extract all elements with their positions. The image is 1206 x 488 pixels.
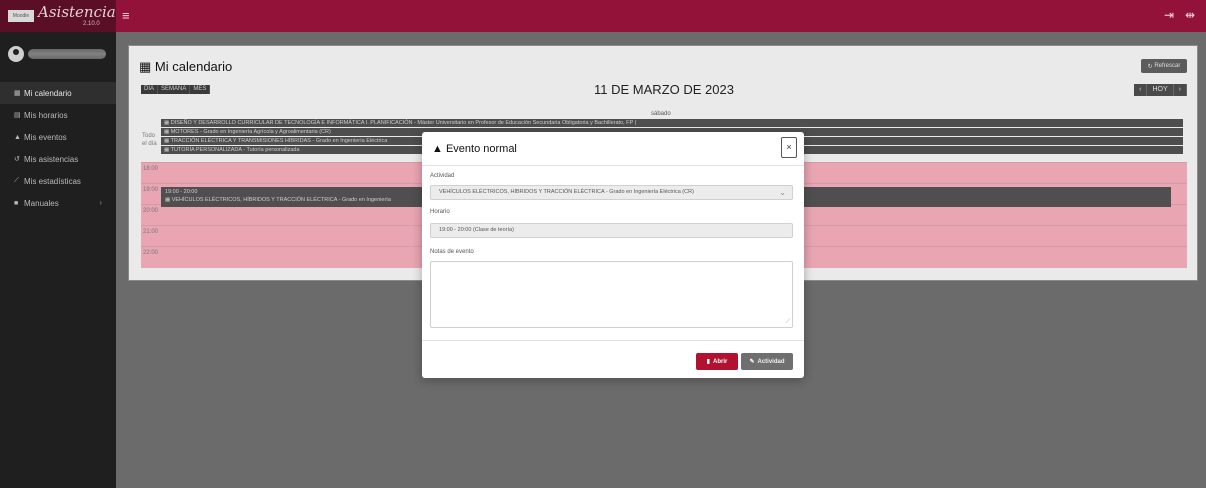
edit-icon: ✎ [749, 359, 755, 365]
sidebar-item-label: Mis horarios [24, 110, 68, 120]
top-bar: Moodle Asistencia 2.10.0 ≡ ⇥ ⇹ [0, 0, 1206, 32]
event-modal: ▲ Evento normal × Actividad VEHÍCULOS EL… [422, 132, 804, 378]
sidebar-item-label: Mis eventos [24, 132, 67, 142]
calendar-date: 11 DE MARZO DE 2023 [594, 82, 734, 97]
calendar-event[interactable]: ▦ DISEÑO Y DESARROLLO CURRICULAR DE TECN… [161, 119, 1183, 127]
brand-version: 2.10.0 [83, 21, 100, 27]
sidebar: ▦ Mi calendario ▤ Mis horarios ▲ Mis eve… [0, 32, 116, 488]
door-icon: ▮ [706, 359, 710, 365]
prev-button[interactable]: ‹ [1134, 84, 1148, 96]
chart-icon: ⟋ [14, 177, 19, 184]
refresh-button[interactable]: ↻ Refrescar [1141, 59, 1187, 73]
sidebar-item-mis-asistencias[interactable]: ↺ Mis asistencias [0, 148, 116, 170]
sidebar-item-label: Manuales [24, 198, 59, 208]
modal-title: ▲ Evento normal [432, 143, 517, 155]
history-icon: ↺ [14, 156, 20, 163]
page-title: ▦ Mi calendario [139, 59, 233, 74]
calendar-icon: ▦ [139, 59, 155, 74]
hour-label: 18:00 [143, 166, 159, 172]
avatar [8, 46, 24, 62]
next-button[interactable]: › [1173, 84, 1187, 96]
sidebar-item-mi-calendario[interactable]: ▦ Mi calendario [0, 82, 116, 104]
sidebar-item-label: Mis estadísticas [24, 176, 81, 186]
day-name: sábado [651, 111, 671, 117]
actividad-select[interactable]: VEHÍCULOS ELÉCTRICOS, HÍBRIDOS Y TRACCIÓ… [430, 185, 793, 200]
sidebar-item-manuales[interactable]: ■ Manuales › [0, 192, 116, 214]
hour-label: 21:00 [143, 229, 159, 235]
notas-textarea[interactable]: ⟋ [430, 261, 793, 328]
today-button[interactable]: HOY [1147, 84, 1174, 96]
sidebar-item-mis-estadisticas[interactable]: ⟋ Mis estadísticas [0, 170, 116, 192]
sidebar-item-label: Mis asistencias [24, 154, 79, 164]
brand[interactable]: Moodle Asistencia 2.10.0 [0, 0, 116, 32]
user-name-redacted [28, 49, 106, 59]
brand-title: Asistencia [38, 3, 116, 21]
horario-label: Horario [430, 209, 450, 215]
logout-icon[interactable]: ⇥ [1164, 8, 1174, 22]
open-button[interactable]: ▮ Abrir [696, 353, 738, 370]
collapse-icon[interactable]: ⇹ [1185, 8, 1195, 22]
sidebar-item-mis-eventos[interactable]: ▲ Mis eventos [0, 126, 116, 148]
modal-header: ▲ Evento normal × [422, 132, 804, 166]
logo: Moodle [8, 10, 34, 22]
hour-label: 19:00 [143, 187, 159, 193]
sidebar-nav: ▦ Mi calendario ▤ Mis horarios ▲ Mis eve… [0, 82, 116, 214]
chevron-right-icon: › [99, 198, 102, 207]
table-icon: ▤ [14, 112, 21, 119]
bell-icon: ▲ [432, 143, 446, 155]
hour-label: 22:00 [143, 250, 159, 256]
user-block[interactable] [0, 32, 116, 78]
notas-label: Notas de evento [430, 249, 474, 255]
horario-field: 19:00 - 20:00 (Clase de teoría) [430, 223, 793, 238]
sidebar-item-mis-horarios[interactable]: ▤ Mis horarios [0, 104, 116, 126]
resize-grip-icon[interactable]: ⟋ [786, 319, 790, 326]
calendar-icon: ▦ [14, 90, 21, 97]
modal-footer [422, 340, 804, 341]
chevron-down-icon: ⌄ [779, 188, 786, 197]
hamburger-icon[interactable]: ≡ [122, 8, 130, 23]
book-icon: ■ [14, 199, 19, 207]
actividad-label: Actividad [430, 173, 455, 179]
allday-label: Todo el día [142, 133, 157, 147]
bell-icon: ▲ [14, 133, 21, 141]
sidebar-item-label: Mi calendario [24, 88, 72, 98]
activity-button[interactable]: ✎ Actividad [741, 353, 793, 370]
refresh-icon: ↻ [1147, 63, 1155, 70]
close-button[interactable]: × [781, 137, 797, 158]
date-navigation: ‹ HOY › [1134, 84, 1187, 96]
hour-label: 20:00 [143, 208, 159, 214]
